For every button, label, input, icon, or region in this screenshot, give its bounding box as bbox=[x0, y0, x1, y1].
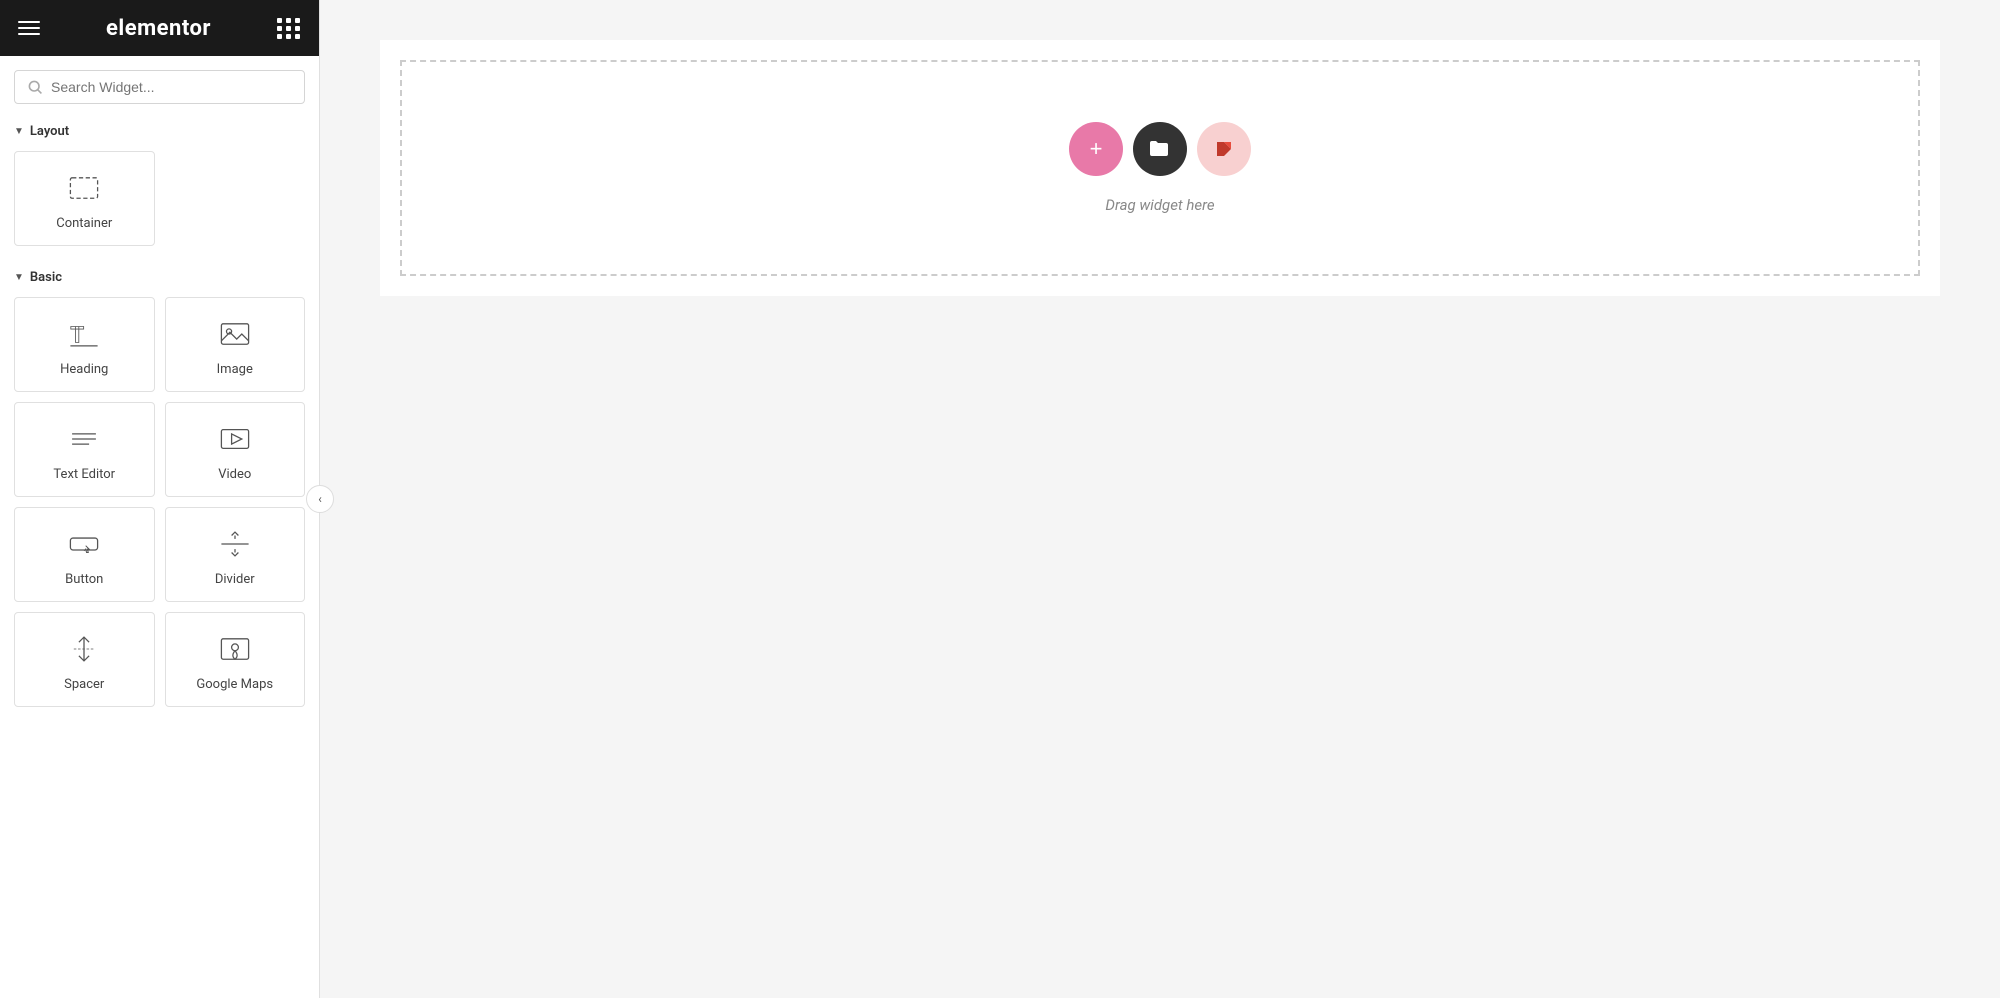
folder-button[interactable] bbox=[1133, 122, 1187, 176]
image-icon bbox=[217, 316, 253, 352]
layout-section-toggle[interactable]: ▼ Layout bbox=[0, 114, 319, 147]
heading-label: Heading bbox=[60, 362, 108, 377]
elementor-logo: elementor bbox=[106, 16, 211, 41]
video-label: Video bbox=[218, 467, 251, 482]
search-input[interactable] bbox=[51, 79, 292, 95]
sidebar-collapse-button[interactable]: ‹ bbox=[306, 485, 334, 513]
layout-section-label: Layout bbox=[30, 124, 69, 139]
basic-chevron-icon: ▼ bbox=[14, 272, 24, 283]
widget-card-text-editor[interactable]: Text Editor bbox=[14, 402, 155, 497]
search-container bbox=[0, 56, 319, 114]
text-editor-icon bbox=[66, 421, 102, 457]
layout-widgets-grid: Container bbox=[0, 147, 319, 260]
divider-label: Divider bbox=[215, 572, 255, 587]
widget-card-google-maps[interactable]: Google Maps bbox=[165, 612, 306, 707]
hamburger-menu-button[interactable] bbox=[18, 21, 40, 35]
widget-card-button[interactable]: Button bbox=[14, 507, 155, 602]
drop-zone[interactable]: + Drag widget here bbox=[400, 60, 1920, 276]
divider-icon bbox=[217, 526, 253, 562]
add-widget-button[interactable]: + bbox=[1069, 122, 1123, 176]
news-logo-icon bbox=[1210, 135, 1238, 163]
layout-chevron-icon: ▼ bbox=[14, 126, 24, 137]
spacer-icon bbox=[66, 631, 102, 667]
drag-hint-text: Drag widget here bbox=[1105, 196, 1214, 214]
heading-icon: T bbox=[66, 316, 102, 352]
widget-card-spacer[interactable]: Spacer bbox=[14, 612, 155, 707]
sidebar-header: elementor bbox=[0, 0, 319, 56]
google-maps-label: Google Maps bbox=[196, 677, 273, 692]
main-canvas: + Drag widget here bbox=[320, 0, 2000, 998]
container-label: Container bbox=[56, 216, 112, 231]
widget-card-video[interactable]: Video bbox=[165, 402, 306, 497]
widget-card-container[interactable]: Container bbox=[14, 151, 155, 246]
google-maps-icon bbox=[217, 631, 253, 667]
video-icon bbox=[217, 421, 253, 457]
sidebar: elementor bbox=[0, 0, 320, 998]
apps-grid-button[interactable] bbox=[277, 18, 301, 39]
svg-text:T: T bbox=[71, 323, 85, 349]
text-editor-label: Text Editor bbox=[53, 467, 115, 482]
search-icon bbox=[27, 79, 43, 95]
widget-card-divider[interactable]: Divider bbox=[165, 507, 306, 602]
widget-card-heading[interactable]: T Heading bbox=[14, 297, 155, 392]
drop-action-buttons: + bbox=[1069, 122, 1251, 176]
spacer-label: Spacer bbox=[64, 677, 104, 692]
container-icon bbox=[66, 170, 102, 206]
canvas-area: + Drag widget here bbox=[380, 40, 1940, 296]
basic-widgets-grid: T Heading Image bbox=[0, 293, 319, 721]
basic-section-label: Basic bbox=[30, 270, 62, 285]
button-icon bbox=[66, 526, 102, 562]
search-wrapper bbox=[14, 70, 305, 104]
image-label: Image bbox=[217, 362, 253, 377]
basic-section-toggle[interactable]: ▼ Basic bbox=[0, 260, 319, 293]
widget-card-image[interactable]: Image bbox=[165, 297, 306, 392]
button-label: Button bbox=[65, 572, 103, 587]
news-button[interactable] bbox=[1197, 122, 1251, 176]
